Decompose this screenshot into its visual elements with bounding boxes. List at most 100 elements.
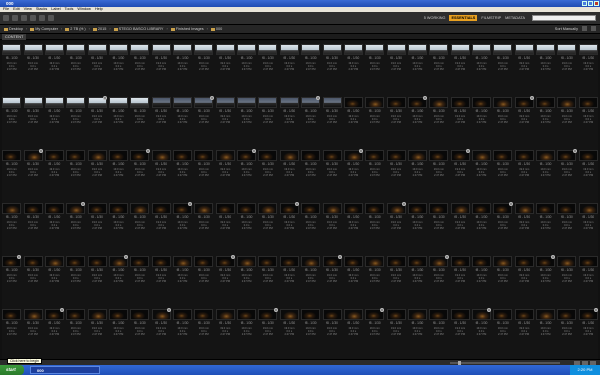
thumbnail-item[interactable]: f8 - 1/30 19.0 mm 0.0 s 2:47 PM xyxy=(258,41,278,94)
thumbnail-item[interactable]: f8 - 1/30 19.0 mm 0.0 s 2:47 PM xyxy=(343,147,364,200)
thumbnail-item[interactable]: f8 - 1/30 19.0 mm 0.0 s 2:47 PM xyxy=(557,94,577,147)
new-folder-icon[interactable] xyxy=(582,26,587,31)
thumbnail-image[interactable] xyxy=(237,203,257,214)
workspace-filmstrip[interactable]: FILMSTRIP xyxy=(481,16,501,20)
thumbnail-item[interactable]: f8 - 1/30 19.0 mm 0.0 s 2:47 PM xyxy=(407,253,427,306)
thumbnail-image[interactable] xyxy=(87,44,107,55)
thumbnail-image[interactable] xyxy=(279,150,299,161)
thumbnail-image[interactable] xyxy=(365,150,385,161)
thumbnail-item[interactable]: f8 - 1/30 19.0 mm 0.0 s 2:47 PM xyxy=(237,253,257,306)
thumbnail-size-slider[interactable] xyxy=(450,361,560,365)
workspace-working[interactable]: 5 WORKING xyxy=(424,16,446,20)
thumbnail-item[interactable]: f8 - 1/30 19.0 mm 0.0 s 2:47 PM xyxy=(493,253,513,306)
thumbnail-item[interactable]: f8 - 1/30 19.0 mm 0.0 s 2:47 PM xyxy=(87,200,107,253)
tab-content[interactable]: CONTENT xyxy=(2,34,27,40)
thumbnail-image[interactable] xyxy=(429,97,449,108)
thumbnail-image[interactable] xyxy=(386,44,406,55)
thumbnail-item[interactable]: f8 - 1/30 19.0 mm 0.0 s 2:47 PM xyxy=(365,200,385,253)
thumbnail-image[interactable] xyxy=(173,309,193,320)
thumbnail-item[interactable]: f8 - 1/30 19.0 mm 0.0 s 2:47 PM xyxy=(151,41,171,94)
rotate-icon[interactable] xyxy=(48,15,54,21)
thumbnail-image[interactable] xyxy=(365,97,385,108)
thumbnail-image[interactable] xyxy=(258,203,278,214)
thumbnail-image[interactable] xyxy=(151,97,171,108)
thumbnail-image[interactable] xyxy=(2,44,22,55)
thumbnail-item[interactable]: f8 - 1/30 19.0 mm 0.0 s 2:47 PM xyxy=(429,41,449,94)
thumbnail-item[interactable]: f8 - 1/30 19.0 mm 0.0 s 2:47 PM xyxy=(108,253,129,306)
thumbnail-image[interactable] xyxy=(130,309,150,320)
thumbnail-item[interactable]: f8 - 1/30 19.0 mm 0.0 s 2:47 PM xyxy=(130,306,150,359)
thumbnail-item[interactable]: f8 - 1/30 19.0 mm 0.0 s 2:47 PM xyxy=(429,306,449,359)
thumbnail-item[interactable]: f8 - 1/30 19.0 mm 0.0 s 2:47 PM xyxy=(514,41,534,94)
thumbnail-image[interactable] xyxy=(578,150,598,161)
thumbnail-image[interactable] xyxy=(429,309,449,320)
thumbnail-item[interactable]: f8 - 1/30 19.0 mm 0.0 s 2:47 PM xyxy=(194,147,214,200)
thumbnail-image[interactable] xyxy=(322,203,342,214)
thumbnail-item[interactable]: f8 - 1/30 19.0 mm 0.0 s 2:47 PM xyxy=(578,200,598,253)
thumbnail-image[interactable] xyxy=(44,150,64,161)
thumbnail-image[interactable] xyxy=(365,203,385,214)
thumbnail-item[interactable]: f8 - 1/30 19.0 mm 0.0 s 2:47 PM xyxy=(365,147,385,200)
thumbnail-image[interactable] xyxy=(557,203,577,214)
thumbnail-item[interactable]: f8 - 1/30 19.0 mm 0.0 s 2:47 PM xyxy=(322,200,342,253)
thumbnail-image[interactable] xyxy=(66,44,86,55)
thumbnail-item[interactable]: f8 - 1/30 19.0 mm 0.0 s 2:47 PM xyxy=(514,94,534,147)
thumbnail-image[interactable] xyxy=(258,44,278,55)
thumbnail-item[interactable]: f8 - 1/30 19.0 mm 0.0 s 2:47 PM xyxy=(557,306,577,359)
thumbnail-image[interactable] xyxy=(386,150,406,161)
thumbnail-item[interactable]: f8 - 1/30 19.0 mm 0.0 s 2:47 PM xyxy=(215,147,235,200)
thumbnail-item[interactable]: f8 - 1/30 19.0 mm 0.0 s 2:47 PM xyxy=(2,94,22,147)
thumbnail-item[interactable]: f8 - 1/30 19.0 mm 0.0 s 2:47 PM xyxy=(429,253,449,306)
crumb-000[interactable]: 000 xyxy=(210,27,222,31)
thumbnail-item[interactable]: f8 - 1/30 19.0 mm 0.0 s 2:47 PM xyxy=(2,41,22,94)
thumbnail-item[interactable]: f8 - 1/30 19.0 mm 0.0 s 2:47 PM xyxy=(44,253,64,306)
crumb-library[interactable]: STEGO BASCO LIBRARY xyxy=(113,27,163,31)
thumbnail-image[interactable] xyxy=(514,150,534,161)
thumbnail-item[interactable]: f8 - 1/30 19.0 mm 0.0 s 2:47 PM xyxy=(194,200,214,253)
thumbnail-image[interactable] xyxy=(2,97,22,108)
thumbnail-image[interactable] xyxy=(215,309,235,320)
thumbnail-image[interactable] xyxy=(343,203,363,214)
thumbnail-item[interactable]: f8 - 1/30 19.0 mm 0.0 s 2:47 PM xyxy=(66,200,86,253)
thumbnail-item[interactable]: f8 - 1/30 19.0 mm 0.0 s 2:47 PM xyxy=(365,94,385,147)
thumbnail-image[interactable] xyxy=(557,309,577,320)
thumbnail-image[interactable] xyxy=(493,256,513,267)
thumbnail-image[interactable] xyxy=(322,150,342,161)
thumbnail-item[interactable]: f8 - 1/30 19.0 mm 0.0 s 2:47 PM xyxy=(450,253,470,306)
thumbnail-item[interactable]: f8 - 1/30 19.0 mm 0.0 s 2:47 PM xyxy=(173,306,193,359)
thumbnail-item[interactable]: f8 - 1/30 19.0 mm 0.0 s 2:47 PM xyxy=(536,306,556,359)
thumbnail-image[interactable] xyxy=(407,203,427,214)
thumbnail-image[interactable] xyxy=(23,203,43,214)
thumbnail-item[interactable]: f8 - 1/30 19.0 mm 0.0 s 2:47 PM xyxy=(301,253,321,306)
thumbnail-image[interactable] xyxy=(322,97,342,108)
thumbnail-item[interactable]: f8 - 1/30 19.0 mm 0.0 s 2:47 PM xyxy=(343,200,363,253)
thumbnail-image[interactable] xyxy=(493,309,513,320)
thumbnail-item[interactable]: f8 - 1/30 19.0 mm 0.0 s 2:47 PM xyxy=(514,253,534,306)
thumbnail-image[interactable] xyxy=(258,150,278,161)
thumbnail-image[interactable] xyxy=(279,44,299,55)
thumbnail-item[interactable]: f8 - 1/30 19.0 mm 0.0 s 2:47 PM xyxy=(301,41,321,94)
thumbnail-image[interactable] xyxy=(215,150,235,161)
thumbnail-image[interactable] xyxy=(66,309,86,320)
thumbnail-image[interactable] xyxy=(108,97,128,108)
thumbnail-item[interactable]: f8 - 1/30 19.0 mm 0.0 s 2:47 PM xyxy=(301,94,321,147)
search-input[interactable] xyxy=(532,15,596,21)
thumbnail-item[interactable]: f8 - 1/30 19.0 mm 0.0 s 2:47 PM xyxy=(2,147,22,200)
thumbnail-item[interactable]: f8 - 1/30 19.0 mm 0.0 s 2:47 PM xyxy=(450,41,470,94)
thumbnail-image[interactable] xyxy=(536,309,556,320)
thumbnail-item[interactable]: f8 - 1/30 19.0 mm 0.0 s 2:47 PM xyxy=(386,41,406,94)
thumbnail-image[interactable] xyxy=(258,97,278,108)
thumbnail-image[interactable] xyxy=(301,256,321,267)
thumbnail-image[interactable] xyxy=(450,44,470,55)
thumbnail-image[interactable] xyxy=(66,150,86,161)
taskbar-item[interactable]: 000 xyxy=(30,366,100,374)
thumbnail-item[interactable]: f8 - 1/30 19.0 mm 0.0 s 2:47 PM xyxy=(194,253,214,306)
thumbnail-item[interactable]: f8 - 1/30 19.0 mm 0.0 s 2:47 PM xyxy=(450,147,470,200)
thumbnail-item[interactable]: f8 - 1/30 19.0 mm 0.0 s 2:47 PM xyxy=(237,94,257,147)
thumbnail-item[interactable]: f8 - 1/30 19.0 mm 0.0 s 2:47 PM xyxy=(386,253,406,306)
thumbnail-image[interactable] xyxy=(279,256,299,267)
thumbnail-image[interactable] xyxy=(130,97,150,108)
reveal-icon[interactable] xyxy=(21,15,27,21)
thumbnail-image[interactable] xyxy=(450,256,470,267)
thumbnail-item[interactable]: f8 - 1/30 19.0 mm 0.0 s 2:47 PM xyxy=(386,200,406,253)
